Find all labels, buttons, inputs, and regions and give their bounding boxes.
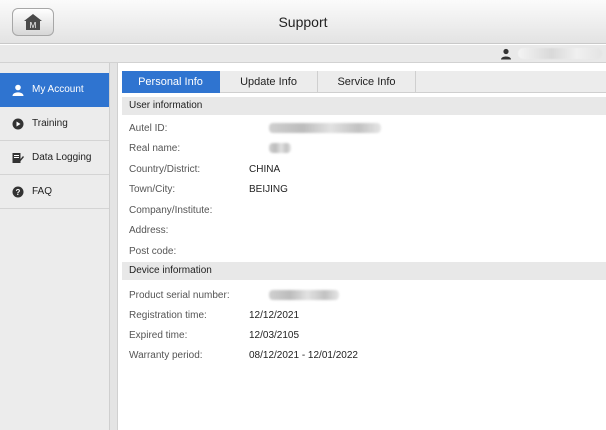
sidebar-item-my-account[interactable]: My Account	[0, 73, 109, 107]
field-label: Real name:	[129, 143, 181, 154]
tab-bar: Personal Info Update Info Service Info	[122, 71, 606, 93]
sidebar-item-label: My Account	[32, 84, 84, 95]
section-header-device-information: Device information	[122, 262, 606, 280]
sidebar-item-faq[interactable]: ? FAQ	[0, 175, 109, 209]
field-label: Company/Institute:	[129, 205, 213, 216]
field-label: Warranty period:	[129, 350, 203, 361]
field-label: Post code:	[129, 246, 177, 257]
field-product-serial-number: Product serial number:	[129, 287, 599, 305]
tab-update-info[interactable]: Update Info	[220, 71, 318, 93]
field-value: CHINA	[249, 164, 281, 175]
sidebar-item-label: Data Logging	[32, 152, 92, 163]
play-circle-icon	[12, 118, 24, 130]
field-company-institute: Company/Institute:	[129, 202, 599, 220]
sidebar-item-data-logging[interactable]: Data Logging	[0, 141, 109, 175]
field-label: Town/City:	[129, 184, 176, 195]
field-autel-id: Autel ID:	[129, 120, 599, 138]
field-label: Product serial number:	[129, 290, 230, 301]
tab-service-info[interactable]: Service Info	[318, 71, 416, 93]
field-label: Country/District:	[129, 164, 201, 175]
field-value-redacted	[269, 140, 291, 158]
field-value: BEIJING	[249, 184, 288, 195]
field-country-district: Country/District: CHINA	[129, 161, 599, 179]
field-value-redacted	[269, 287, 339, 305]
edit-note-icon	[12, 152, 24, 164]
user-bar	[0, 45, 606, 63]
field-real-name: Real name:	[129, 140, 599, 158]
field-town-city: Town/City: BEIJING	[129, 181, 599, 199]
panel-divider	[110, 63, 118, 430]
svg-text:?: ?	[16, 188, 21, 197]
field-label: Autel ID:	[129, 123, 168, 134]
field-expired-time: Expired time: 12/03/2105	[129, 327, 599, 345]
user-name-redacted	[518, 48, 602, 59]
main-panel: Personal Info Update Info Service Info U…	[118, 63, 606, 430]
title-bar: M Support	[0, 0, 606, 44]
tab-personal-info[interactable]: Personal Info	[122, 71, 220, 93]
field-value: 12/03/2105	[249, 330, 300, 341]
help-circle-icon: ?	[12, 186, 24, 198]
section-header-user-information: User information	[122, 97, 606, 115]
sidebar: My Account Training Data Logging ? FAQ	[0, 63, 110, 430]
person-icon	[12, 84, 24, 96]
field-label: Registration time:	[129, 310, 207, 321]
field-value: 12/12/2021	[249, 310, 300, 321]
user-icon	[501, 48, 511, 60]
field-post-code: Post code:	[129, 243, 599, 261]
field-value: 08/12/2021 - 12/01/2022	[249, 350, 358, 361]
field-label: Address:	[129, 225, 169, 236]
field-value-redacted	[269, 120, 381, 138]
page-title: Support	[278, 14, 328, 30]
sidebar-item-training[interactable]: Training	[0, 107, 109, 141]
field-registration-time: Registration time: 12/12/2021	[129, 307, 599, 325]
sidebar-item-label: Training	[32, 118, 68, 129]
sidebar-item-label: FAQ	[32, 186, 53, 197]
field-label: Expired time:	[129, 330, 188, 341]
field-warranty-period: Warranty period: 08/12/2021 - 12/01/2022	[129, 347, 599, 365]
field-address: Address:	[129, 222, 599, 240]
